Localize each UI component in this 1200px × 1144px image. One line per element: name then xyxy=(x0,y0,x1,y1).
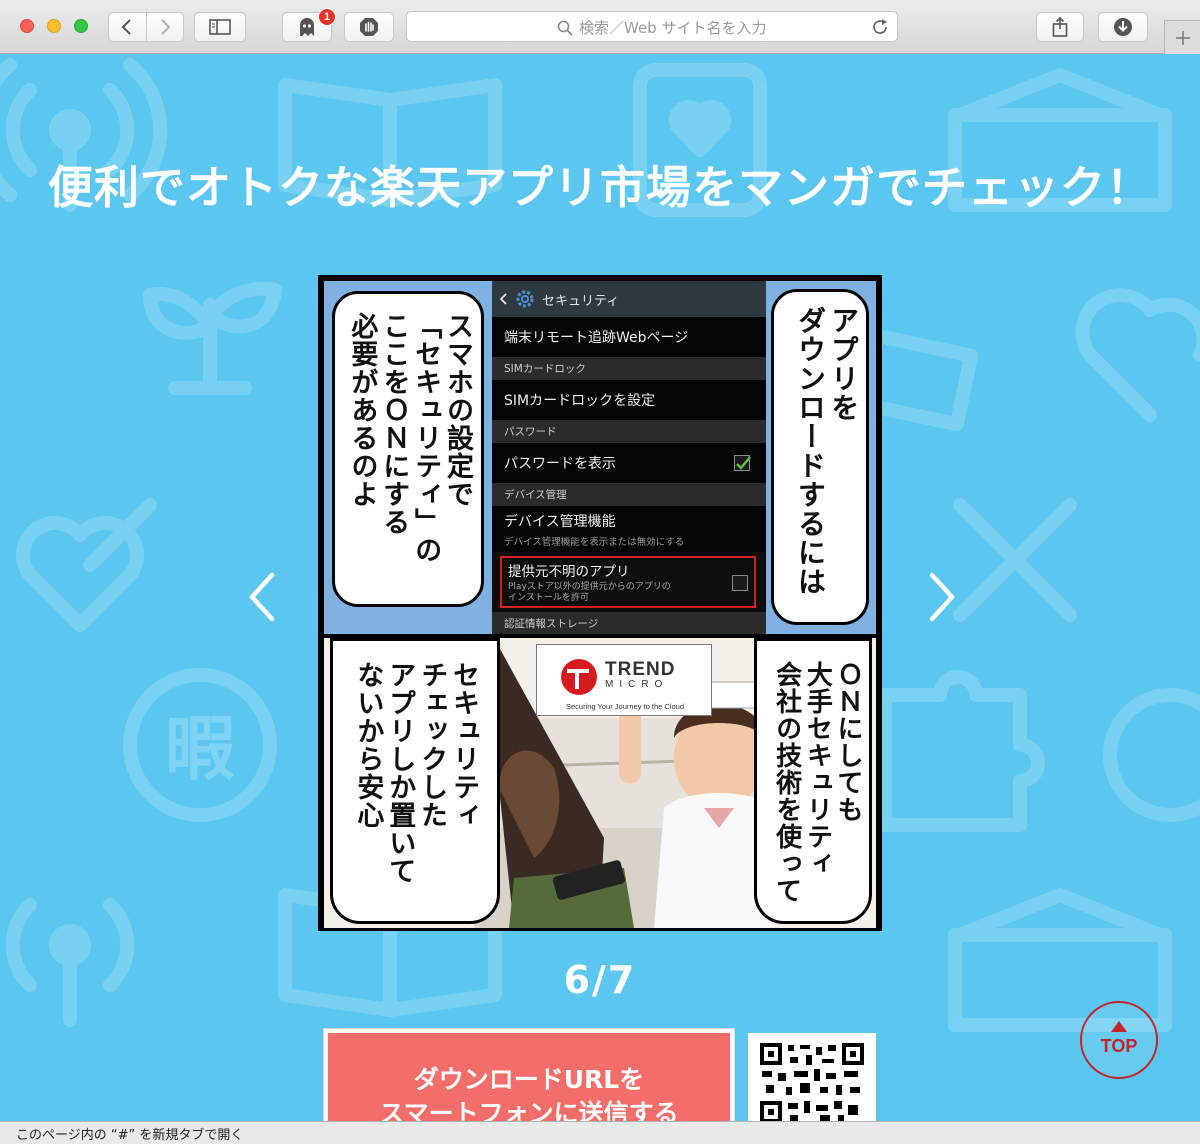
settings-row-label: デバイス管理機能 xyxy=(504,513,616,530)
status-bar: このページ内の “#” を新規タブで開く xyxy=(0,1121,1200,1144)
previous-slide-button[interactable] xyxy=(244,569,284,625)
speech-bubble-text: アプリを ダウンロードするには xyxy=(793,306,860,596)
button-label-line2: スマートフォンに送信する xyxy=(379,1098,679,1121)
address-placeholder: 検索／Web サイト名を入力 xyxy=(557,12,766,43)
manga-panel-bottom: セキュリティ チェックした アプリしか置いて ないから安心 TREND MICR… xyxy=(324,638,876,928)
browser-toolbar: 1 検索／Web サイト名を入力 xyxy=(0,0,1200,54)
send-download-url-button[interactable]: ダウンロードURLを スマートフォンに送信する xyxy=(323,1028,735,1121)
settings-row: 端末リモート追跡Webページ xyxy=(492,317,766,357)
speech-bubble-text: ＯＮにしても 大手セキュリティ 会社の技術を使って xyxy=(771,661,863,904)
settings-row-label: SIMカードロックを設定 xyxy=(504,393,656,409)
speech-bubble-text: スマホの設定で 「セキュリティ」の ここをＯＮにする 必要があるのよ xyxy=(346,312,473,564)
adblock-extension-button[interactable] xyxy=(344,12,394,42)
chevron-left-icon xyxy=(122,19,132,35)
trend-micro-logo-icon xyxy=(561,659,597,695)
slide-counter: 6/7 xyxy=(563,958,637,1002)
sprout-icon xyxy=(143,281,282,395)
speech-bubble-left: スマホの設定で 「セキュリティ」の ここをＯＮにする 必要があるのよ xyxy=(332,291,484,607)
settings-row-label: 端末リモート追跡Webページ xyxy=(504,330,689,346)
sidebar-icon xyxy=(209,19,231,35)
phone-settings-screen: セキュリティ 端末リモート追跡Webページ SIMカードロック SIMカードロッ… xyxy=(492,281,766,634)
logo-name: TREND xyxy=(605,659,676,680)
logo-sub: MICRO xyxy=(605,679,669,690)
search-icon xyxy=(557,20,573,36)
address-bar[interactable]: 検索／Web サイト名を入力 xyxy=(406,11,898,42)
sidebar-button[interactable] xyxy=(194,12,246,42)
download-icon xyxy=(1114,18,1132,36)
ball-icon xyxy=(1103,688,1200,822)
hand-stop-icon xyxy=(360,18,378,36)
settings-row: パスワードを表示 xyxy=(492,443,766,483)
qr-code xyxy=(748,1033,876,1121)
settings-row-label: 提供元不明のアプリ xyxy=(508,564,630,580)
notification-badge: 1 xyxy=(318,8,336,26)
heart-rate-icon xyxy=(1075,288,1200,422)
plus-icon xyxy=(1175,30,1190,45)
settings-section: パスワード xyxy=(492,420,766,443)
ghostery-extension-button[interactable]: 1 xyxy=(282,8,336,42)
utensils-icon xyxy=(953,498,1077,622)
settings-section: SIMカードロック xyxy=(492,357,766,380)
forward-button[interactable] xyxy=(145,13,183,41)
downloads-button[interactable] xyxy=(1098,12,1148,42)
settings-row-sub: デバイス管理機能を表示または無効にする xyxy=(504,536,685,548)
manga-slide: スマホの設定で 「セキュリティ」の ここをＯＮにする 必要があるのよ セキュリテ… xyxy=(318,275,882,931)
scroll-to-top-button[interactable]: TOP xyxy=(1080,1001,1158,1079)
settings-header-title: セキュリティ xyxy=(542,293,620,309)
gear-icon xyxy=(516,290,534,308)
settings-row-sub: インストールを許可 xyxy=(508,593,589,604)
settings-row-sub: Playストア以外の提供元からのアプリの xyxy=(508,582,671,592)
settings-header: セキュリティ xyxy=(492,281,766,317)
page-title: 便利でオトクな楽天アプリ市場をマンガでチェック！ xyxy=(47,161,1152,214)
triangle-up-icon xyxy=(1111,1021,1127,1032)
settings-section: 認証情報ストレージ xyxy=(492,612,766,634)
next-slide-button[interactable] xyxy=(920,569,960,625)
puzzle-icon xyxy=(878,670,1045,832)
chevron-left-icon xyxy=(249,572,275,622)
speech-bubble-right: ＯＮにしても 大手セキュリティ 会社の技術を使って xyxy=(754,638,872,924)
chevron-left-icon xyxy=(500,293,507,305)
close-window-button[interactable] xyxy=(20,19,34,33)
reload-button[interactable] xyxy=(871,18,889,40)
settings-row: SIMカードロックを設定 xyxy=(492,380,766,420)
zoom-window-button[interactable] xyxy=(74,19,88,33)
speech-bubble-right: アプリを ダウンロードするには xyxy=(771,289,869,625)
kanji-glyph: 暇 xyxy=(165,708,235,790)
minimize-window-button[interactable] xyxy=(47,19,61,33)
checkbox-checked-icon xyxy=(734,455,751,471)
logo-tagline: Securing Your Journey to the Cloud xyxy=(566,702,684,711)
web-page: 暇 便利でオトクな楽天アプリ市場をマンガでチェック！ スマホの設定で 「セキュリ… xyxy=(0,55,1200,1121)
new-tab-button[interactable] xyxy=(1164,20,1200,54)
back-button[interactable] xyxy=(109,13,146,41)
settings-section: デバイス管理 xyxy=(492,483,766,506)
address-placeholder-text: 検索／Web サイト名を入力 xyxy=(579,19,767,37)
chevron-right-icon xyxy=(929,572,955,622)
qr-code-icon xyxy=(760,1043,864,1121)
heart-arrow-icon xyxy=(16,498,157,632)
share-icon xyxy=(1052,17,1068,37)
button-label-line1: ダウンロードURLを xyxy=(413,1065,645,1094)
navigation-buttons xyxy=(108,12,184,42)
trend-micro-logo: TREND MICRO Securing Your Journey to the… xyxy=(536,644,712,716)
chevron-right-icon xyxy=(161,19,171,35)
settings-row: デバイス管理機能 デバイス管理機能を表示または無効にする xyxy=(492,506,766,552)
checkbox-unchecked-icon xyxy=(732,575,748,591)
speech-bubble-left: セキュリティ チェックした アプリしか置いて ないから安心 xyxy=(330,638,500,924)
share-button[interactable] xyxy=(1036,12,1084,42)
manga-panel-top: スマホの設定で 「セキュリティ」の ここをＯＮにする 必要があるのよ セキュリテ… xyxy=(324,281,876,634)
speech-bubble-text: セキュリティ チェックした アプリしか置いて ないから安心 xyxy=(352,661,479,885)
top-button-label: TOP xyxy=(1100,1036,1138,1056)
settings-row-label: パスワードを表示 xyxy=(504,456,616,472)
unknown-sources-highlight: 提供元不明のアプリ Playストア以外の提供元からのアプリの インストールを許可 xyxy=(500,556,756,608)
reload-icon xyxy=(873,19,887,34)
ghost-icon xyxy=(300,18,314,36)
status-text: このページ内の “#” を新規タブで開く xyxy=(16,1127,244,1143)
